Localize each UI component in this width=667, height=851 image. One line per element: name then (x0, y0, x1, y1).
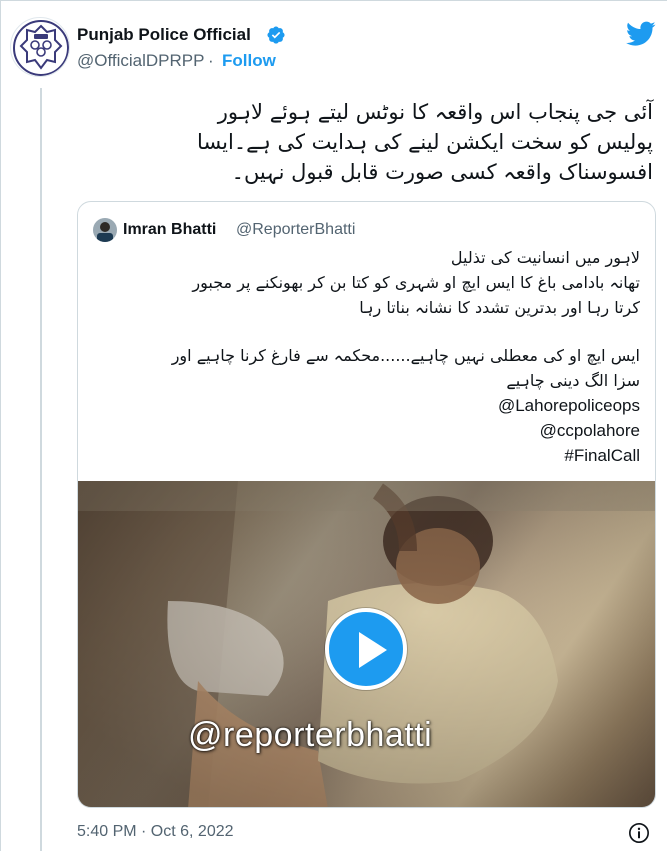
verified-badge-icon (267, 26, 285, 44)
frame-left-border (0, 0, 1, 851)
video-watermark: @reporterbhatti (188, 716, 433, 754)
author-handle[interactable]: @OfficialDPRPP (77, 51, 204, 71)
quote-line: سزا الگ دینی چاہیے (506, 371, 640, 390)
quote-author-avatar (93, 218, 117, 242)
quote-line: تھانہ بادامی باغ کا ایس ایچ او شہری کو ک… (192, 273, 640, 292)
police-logo-icon[interactable] (10, 17, 70, 77)
quote-line-blank (92, 320, 640, 343)
mention-link[interactable]: @ccpolahore (92, 418, 640, 443)
quote-author-name: Imran Bhatti (123, 221, 217, 238)
play-button[interactable] (325, 608, 407, 690)
follow-button[interactable]: Follow (222, 51, 276, 71)
hashtag-link[interactable]: #FinalCall (92, 443, 640, 468)
twitter-bird-icon[interactable] (626, 21, 656, 47)
quote-line: ایس ایچ او کی معطلی نہیں چاہیے......محکم… (171, 346, 640, 365)
follow-separator: · (208, 51, 214, 70)
quoted-tweet[interactable]: Imran Bhatti @ReporterBhatti لاہور میں ا… (77, 201, 656, 808)
quote-author-handle: @ReporterBhatti (236, 221, 356, 238)
quote-line: لاہور میں انسانیت کی تذلیل (450, 248, 640, 267)
thread-line (40, 88, 42, 851)
play-icon (359, 632, 387, 668)
video-player[interactable]: @reporterbhatti (78, 481, 655, 807)
tweet-text: آئی جی پنجاب اس واقعہ کا نوٹس لیتے ہوئے … (197, 100, 653, 184)
info-icon[interactable] (628, 822, 650, 844)
author-name[interactable]: Punjab Police Official (77, 25, 251, 45)
quote-line: کرتا رہا اور بدترین تشدد کا نشانہ بناتا … (359, 298, 640, 317)
tweet-timestamp[interactable]: 5:40 PM · Oct 6, 2022 (77, 823, 234, 841)
mention-link[interactable]: @Lahorepoliceops (92, 393, 640, 418)
quote-text: لاہور میں انسانیت کی تذلیل تھانہ بادامی … (92, 245, 640, 468)
frame-top-border (0, 0, 667, 1)
